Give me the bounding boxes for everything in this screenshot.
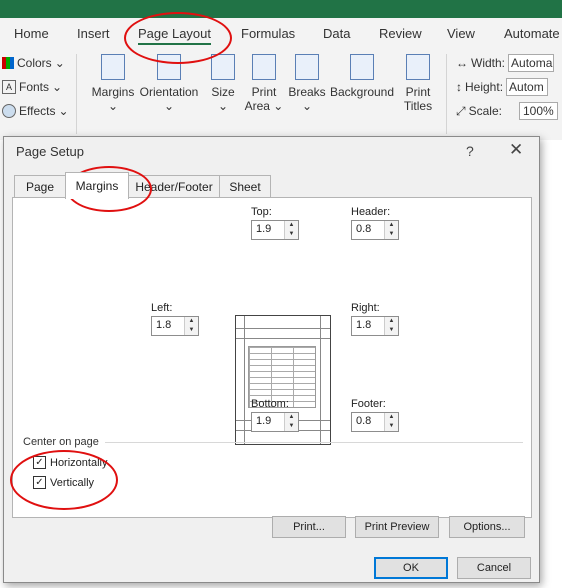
right-spinner[interactable]: 1.8 ▲ ▼ (351, 316, 399, 336)
fonts-button[interactable]: A Fonts ⌄ (2, 80, 62, 94)
cancel-button[interactable]: Cancel (457, 557, 531, 579)
scale-control[interactable]: ⤢ Scale: 100% (456, 102, 558, 120)
colors-button[interactable]: Colors ⌄ (2, 56, 65, 70)
spin-down-icon[interactable]: ▼ (385, 422, 398, 431)
dialog-title: Page Setup (16, 144, 84, 159)
height-icon: ↕ (456, 80, 462, 94)
spin-up-icon[interactable]: ▲ (385, 317, 398, 326)
height-select[interactable]: Autom (506, 78, 549, 96)
size-icon (211, 54, 235, 80)
tab-sheet[interactable]: Sheet (219, 175, 271, 198)
breaks-button[interactable]: Breaks ⌄ (288, 54, 326, 113)
bottom-label: Bottom: (251, 398, 289, 410)
print-titles-button[interactable]: Print Titles (400, 54, 436, 113)
effects-button[interactable]: Effects ⌄ (2, 104, 69, 118)
tab-margins[interactable]: Margins (65, 172, 129, 199)
footer-label: Footer: (351, 398, 386, 410)
header-label: Header: (351, 206, 391, 218)
fonts-icon: A (2, 80, 16, 94)
scale-input[interactable]: 100% (518, 102, 558, 120)
ribbon-tabs: Home Insert Page Layout Formulas Data Re… (0, 18, 562, 48)
width-icon: ↔ (456, 56, 468, 70)
spin-down-icon[interactable]: ▼ (285, 422, 298, 431)
group-divider (76, 54, 77, 134)
left-label: Left: (151, 302, 173, 314)
group-divider (446, 54, 447, 134)
margins-icon (101, 54, 125, 80)
size-button[interactable]: Size ⌄ (206, 54, 240, 113)
ok-button[interactable]: OK (374, 557, 448, 579)
height-control[interactable]: ↕ Height: Autom (456, 78, 549, 96)
top-spinner[interactable]: 1.9 ▲ ▼ (251, 220, 299, 240)
help-icon[interactable]: ? (466, 143, 474, 159)
tab-data[interactable]: Data (323, 26, 350, 41)
print-button[interactable]: Print... (272, 516, 346, 538)
print-titles-icon (406, 54, 430, 80)
tab-automate[interactable]: Automate (504, 26, 560, 41)
breaks-icon (295, 54, 319, 80)
spin-up-icon[interactable]: ▲ (385, 413, 398, 422)
left-spinner[interactable]: 1.8 ▲ ▼ (151, 316, 199, 336)
width-control[interactable]: ↔ Width: Automa (456, 54, 555, 72)
spin-down-icon[interactable]: ▼ (285, 230, 298, 239)
tab-home[interactable]: Home (14, 26, 49, 41)
margins-button[interactable]: Margins ⌄ (90, 54, 136, 113)
print-area-button[interactable]: Print Area ⌄ (244, 54, 284, 113)
spin-down-icon[interactable]: ▼ (385, 230, 398, 239)
bottom-spinner[interactable]: 1.9 ▲ ▼ (251, 412, 299, 432)
group-separator (105, 442, 523, 443)
scale-icon: ⤢ (456, 103, 466, 118)
tab-insert[interactable]: Insert (77, 26, 110, 41)
ribbon: Colors ⌄ A Fonts ⌄ Effects ⌄ Margins ⌄ Orient… (0, 48, 562, 141)
print-preview-button[interactable]: Print Preview (355, 516, 439, 538)
close-icon[interactable]: ✕ (509, 140, 523, 160)
tab-view[interactable]: View (447, 26, 475, 41)
tab-review[interactable]: Review (379, 26, 422, 41)
background-image-icon (350, 54, 374, 80)
right-label: Right: (351, 302, 380, 314)
options-button[interactable]: Options... (449, 516, 525, 538)
effects-icon (2, 104, 16, 118)
spin-up-icon[interactable]: ▲ (185, 317, 198, 326)
annotation-circle-page-layout (124, 12, 232, 64)
spin-up-icon[interactable]: ▲ (385, 221, 398, 230)
background-button[interactable]: Background (328, 54, 396, 99)
top-label: Top: (251, 206, 272, 218)
spin-up-icon[interactable]: ▲ (285, 221, 298, 230)
tab-formulas[interactable]: Formulas (241, 26, 295, 41)
center-on-page-label: Center on page (23, 436, 99, 448)
footer-spinner[interactable]: 0.8 ▲ ▼ (351, 412, 399, 432)
colors-icon (2, 57, 14, 69)
header-spinner[interactable]: 0.8 ▲ ▼ (351, 220, 399, 240)
print-area-icon (252, 54, 276, 80)
annotation-circle-center (10, 450, 118, 510)
spin-down-icon[interactable]: ▼ (385, 326, 398, 335)
spin-up-icon[interactable]: ▲ (285, 413, 298, 422)
width-select[interactable]: Automa (508, 54, 555, 72)
tab-page[interactable]: Page (14, 175, 66, 198)
title-bar (0, 0, 562, 18)
spin-down-icon[interactable]: ▼ (185, 326, 198, 335)
